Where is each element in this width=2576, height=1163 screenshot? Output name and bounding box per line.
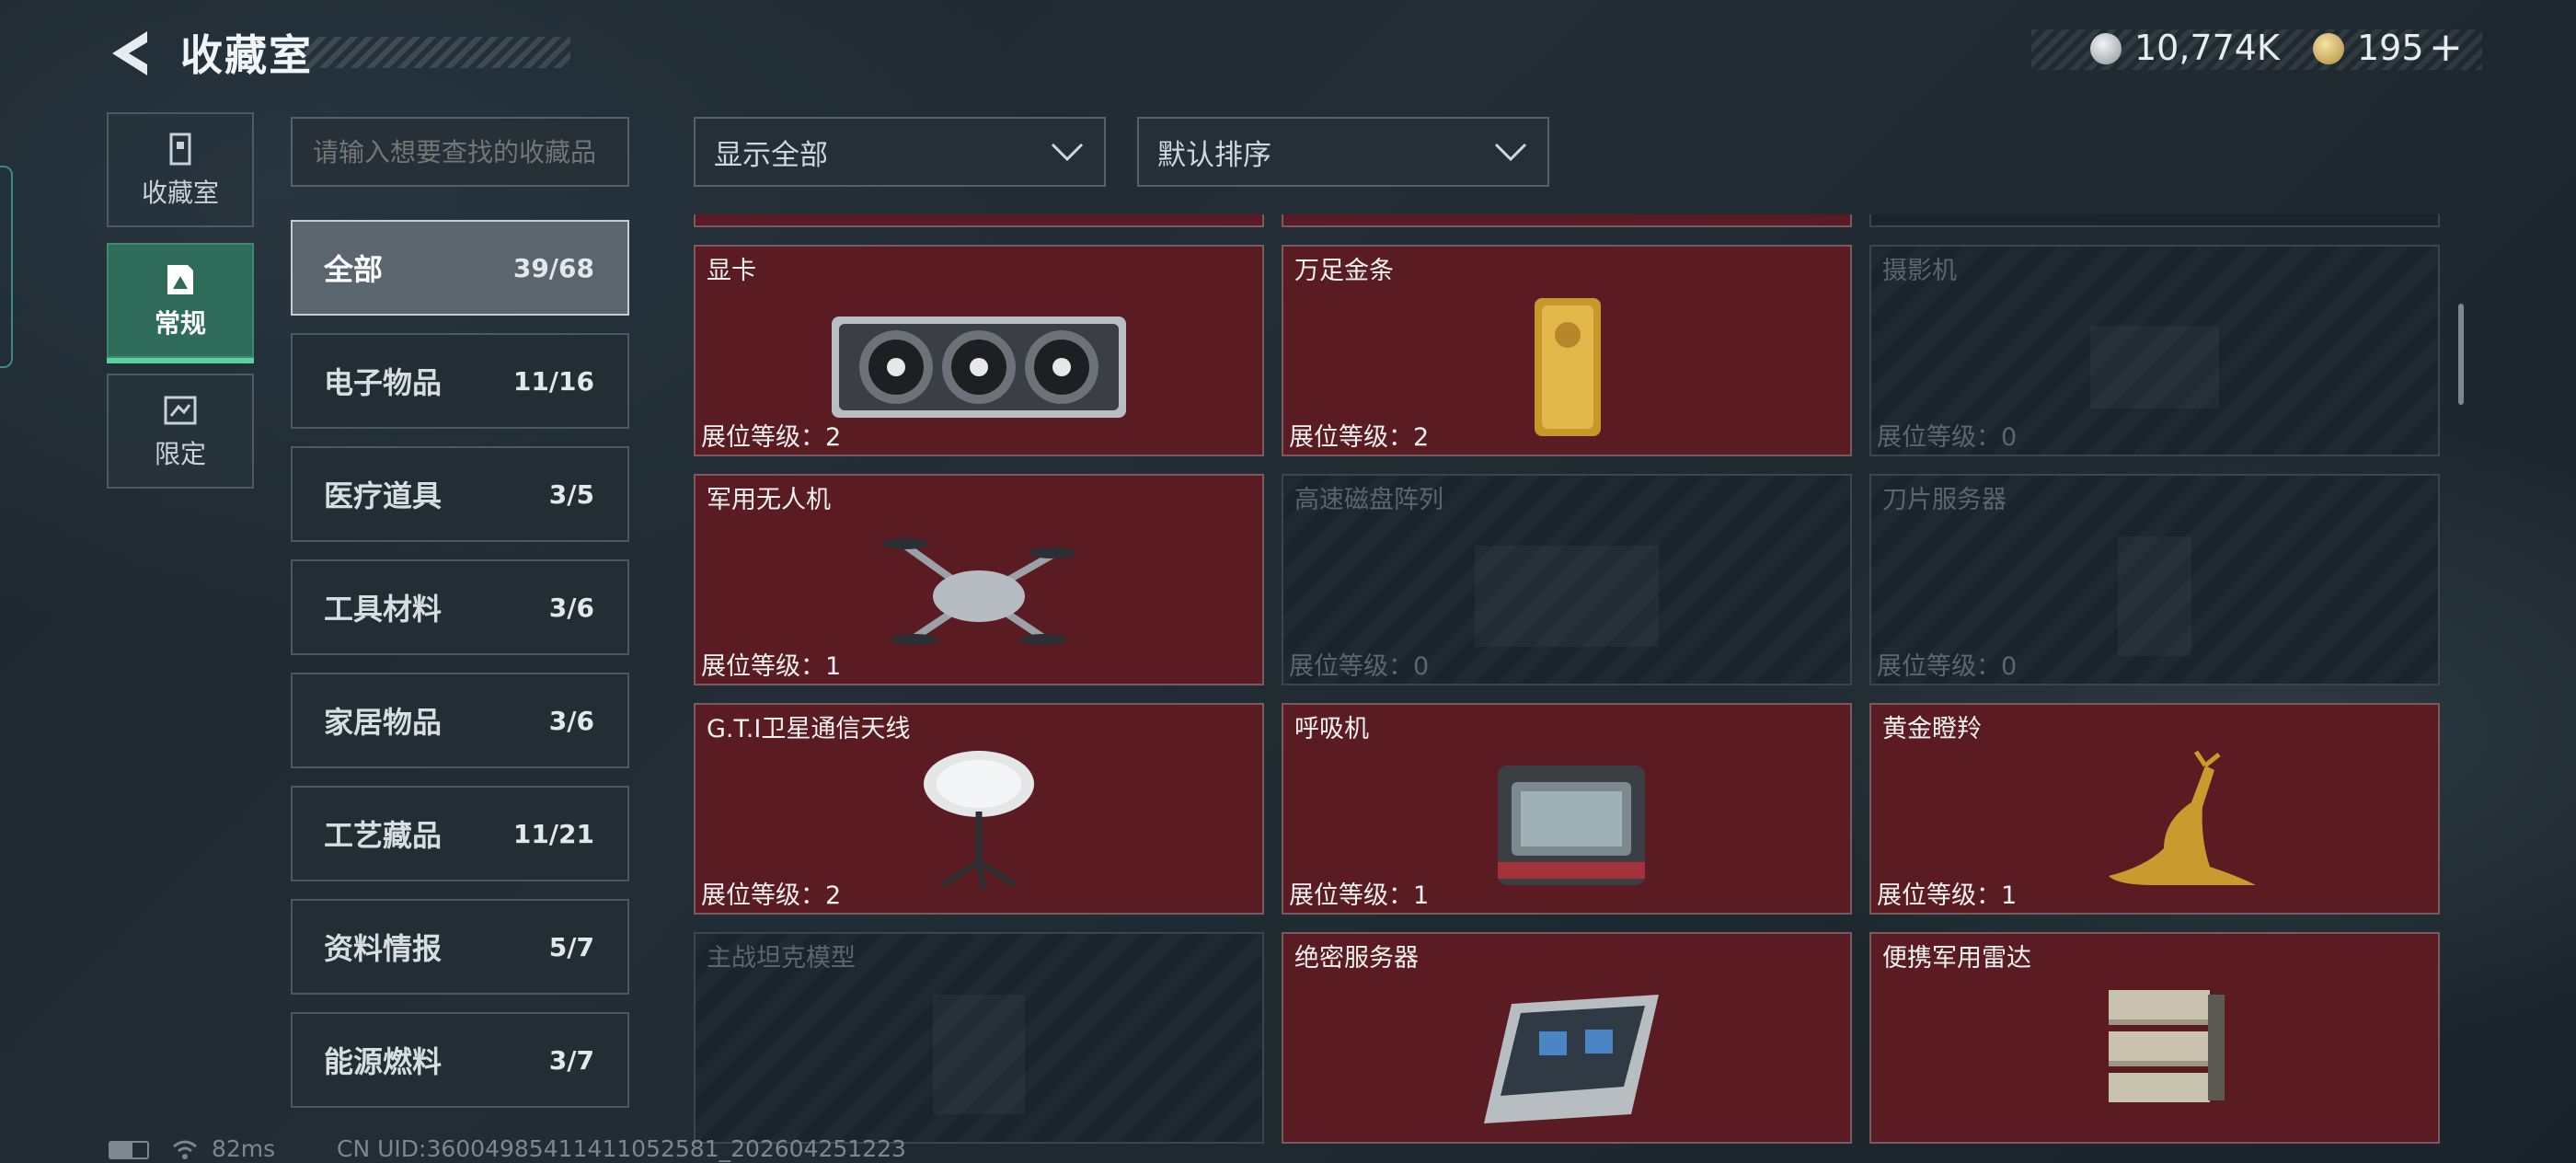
- battery-icon: [109, 1141, 149, 1159]
- graphics-card-icon: [822, 289, 1135, 436]
- item-display-level: 展位等级：1: [1877, 881, 2018, 910]
- collection-item-card[interactable]: G.T.I卫星通信天线展位等级：2: [694, 703, 1264, 915]
- item-name: 摄影机: [1882, 257, 1957, 285]
- item-name: 万足金条: [1294, 257, 1394, 285]
- ventilator-icon: [1410, 747, 1723, 894]
- item-display-level: 展位等级：0: [1877, 423, 2018, 452]
- item-display-level: 展位等级：1: [1289, 881, 1430, 910]
- collection-item-card[interactable]: 军用无人机展位等级：1: [694, 474, 1264, 685]
- collection-item-card[interactable]: 便携军用雷达: [1869, 932, 2440, 1144]
- tank-model-icon: [822, 976, 1135, 1123]
- item-name: 绝密服务器: [1294, 944, 1419, 973]
- previous-row-edge: [1869, 214, 2440, 227]
- drone-icon: [822, 518, 1135, 665]
- previous-row-edge: [1282, 214, 1852, 227]
- collection-item-card[interactable]: 刀片服务器展位等级：0: [1869, 474, 2440, 685]
- ping-text: 82ms: [212, 1135, 276, 1162]
- item-display-level: 展位等级：1: [701, 652, 842, 681]
- item-display-level: 展位等级：0: [1289, 652, 1430, 681]
- item-name: 显卡: [707, 257, 756, 285]
- item-name: 军用无人机: [707, 486, 831, 514]
- item-name: 刀片服务器: [1882, 486, 2007, 514]
- collection-item-card[interactable]: 摄影机展位等级：0: [1869, 245, 2440, 456]
- collection-item-card[interactable]: 高速磁盘阵列展位等级：0: [1282, 474, 1852, 685]
- golden-gazelle-icon: [1998, 747, 2311, 894]
- camera-icon: [1998, 289, 2311, 436]
- item-name: G.T.I卫星通信天线: [707, 715, 911, 743]
- item-grid: 显卡 展位等级：2 万足金条 展位等级：2 摄影机 展位等级：0 军用无人机 展位等级：1 高速…: [0, 0, 2576, 1163]
- status-bar: 82ms CN UID:36004985411411052581_2026042…: [0, 1128, 2576, 1163]
- item-name: 便携军用雷达: [1882, 944, 2031, 973]
- item-display-level: 展位等级：0: [1877, 652, 2018, 681]
- satellite-antenna-icon: [822, 747, 1135, 894]
- collection-item-card[interactable]: 万足金条展位等级：2: [1282, 245, 1852, 456]
- portable-radar-icon: [1998, 976, 2311, 1123]
- item-display-level: 展位等级：2: [701, 881, 842, 910]
- item-name: 呼吸机: [1294, 715, 1369, 743]
- collection-item-card[interactable]: 黄金瞪羚展位等级：1: [1869, 703, 2440, 915]
- collection-item-card[interactable]: 绝密服务器: [1282, 932, 1852, 1144]
- item-display-level: 展位等级：2: [1289, 423, 1430, 452]
- item-name: 高速磁盘阵列: [1294, 486, 1443, 514]
- item-display-level: 展位等级：2: [701, 423, 842, 452]
- collection-item-card[interactable]: 呼吸机展位等级：1: [1282, 703, 1852, 915]
- item-name: 主战坦克模型: [707, 944, 856, 973]
- uid-text: CN UID:36004985411411052581_202604251223: [337, 1135, 906, 1162]
- secret-server-icon: [1410, 976, 1723, 1123]
- scrollbar[interactable]: [2458, 304, 2464, 405]
- wifi-icon: [173, 1140, 197, 1159]
- collection-item-card[interactable]: 显卡展位等级：2: [694, 245, 1264, 456]
- gold-bar-icon: [1410, 289, 1723, 436]
- collection-item-card[interactable]: 主战坦克模型: [694, 932, 1264, 1144]
- disk-array-icon: [1410, 518, 1723, 665]
- previous-row-edge: [694, 214, 1264, 227]
- blade-server-icon: [1998, 518, 2311, 665]
- item-name: 黄金瞪羚: [1882, 715, 1982, 743]
